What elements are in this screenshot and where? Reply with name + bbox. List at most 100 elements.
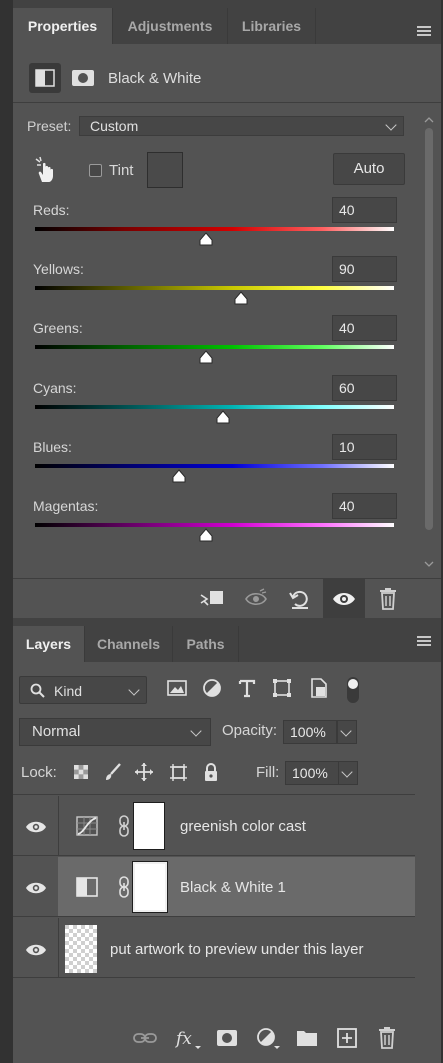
chevron-down-icon	[340, 725, 352, 737]
slider-label: Cyans:	[33, 380, 77, 396]
opacity-input[interactable]: 100%	[283, 720, 337, 744]
opacity-label: Opacity:	[222, 722, 278, 739]
layers-tab-bar: Layers Channels Paths	[13, 618, 441, 662]
slider-value-input[interactable]: 60	[332, 375, 397, 401]
tab-properties[interactable]: Properties	[13, 8, 113, 44]
slider-thumb[interactable]	[198, 350, 214, 364]
slider-thumb[interactable]	[198, 528, 214, 542]
slider-track[interactable]	[35, 286, 394, 290]
layer-row-greenish-color-cast[interactable]: greenish color cast	[13, 796, 415, 856]
slider-track[interactable]	[35, 227, 394, 231]
fill-input[interactable]: 100%	[285, 761, 339, 785]
link-chain-icon[interactable]	[117, 815, 131, 837]
targeted-adjustment-hand-icon[interactable]	[33, 156, 57, 184]
scroll-thumb[interactable]	[425, 128, 433, 530]
transparent-layer-thumbnail[interactable]	[65, 925, 97, 973]
tab-adjustments[interactable]: Adjustments	[113, 8, 228, 44]
fill-dropdown[interactable]	[338, 761, 358, 785]
slider-value-input[interactable]: 40	[332, 315, 397, 341]
blend-mode-select[interactable]: Normal	[19, 718, 211, 746]
fill-label: Fill:	[256, 764, 280, 781]
slider-value-input[interactable]: 40	[332, 197, 397, 223]
slider-thumb[interactable]	[171, 469, 187, 483]
clip-to-layer-icon[interactable]	[199, 587, 225, 611]
filter-type-icon[interactable]	[235, 676, 259, 700]
panel-frame: Properties Adjustments Libraries Black &…	[13, 0, 441, 1063]
eye-icon[interactable]	[25, 943, 47, 957]
tint-color-swatch[interactable]	[147, 152, 183, 188]
slider-track[interactable]	[35, 464, 394, 468]
auto-button[interactable]: Auto	[333, 153, 405, 185]
search-icon	[30, 683, 45, 698]
filter-toggle-icon[interactable]	[341, 676, 365, 703]
toggle-visibility-icon[interactable]	[323, 579, 365, 619]
slider-value-input[interactable]: 10	[332, 434, 397, 460]
tab-paths[interactable]: Paths	[173, 626, 239, 662]
reset-icon[interactable]	[287, 587, 313, 611]
visibility-column-divider	[58, 918, 59, 977]
eye-icon[interactable]	[25, 820, 47, 834]
layer-mask-thumbnail[interactable]	[132, 861, 168, 913]
layer-name: put artwork to preview under this layer	[110, 941, 364, 958]
tint-label: Tint	[109, 162, 134, 179]
adjustment-layer-icon[interactable]	[29, 63, 61, 93]
tab-channels[interactable]: Channels	[85, 626, 173, 662]
slider-track[interactable]	[35, 523, 394, 527]
delete-adjustment-icon[interactable]	[375, 587, 401, 611]
layer-mask-icon[interactable]	[67, 63, 99, 93]
view-previous-state-icon[interactable]	[243, 587, 269, 611]
filter-shape-icon[interactable]	[270, 676, 294, 700]
blend-mode-value: Normal	[32, 723, 81, 740]
slider-value-input[interactable]: 40	[332, 493, 397, 519]
lock-transparent-pixels-icon[interactable]	[71, 762, 91, 782]
new-adjustment-layer-icon[interactable]	[255, 1026, 280, 1050]
lock-position-icon[interactable]	[134, 762, 154, 782]
slider-track[interactable]	[35, 345, 394, 349]
filter-adjustment-icon[interactable]	[200, 676, 224, 700]
properties-scrollbar[interactable]	[423, 117, 435, 578]
slider-label: Yellows:	[33, 261, 84, 277]
lock-all-icon[interactable]	[201, 762, 221, 782]
scroll-down-icon	[424, 561, 434, 567]
eye-icon[interactable]	[25, 881, 47, 895]
slider-thumb[interactable]	[198, 232, 214, 246]
lock-artboard-icon[interactable]	[168, 762, 188, 782]
layers-menu-icon[interactable]	[417, 636, 431, 646]
panel-menu-icon[interactable]	[417, 26, 431, 36]
tint-checkbox[interactable]	[89, 164, 102, 177]
chevron-down-icon	[385, 119, 397, 131]
properties-tab-bar: Properties Adjustments Libraries	[13, 0, 441, 44]
slider-track[interactable]	[35, 405, 394, 409]
filter-pixel-icon[interactable]	[165, 676, 189, 700]
layer-mask-thumbnail[interactable]	[133, 802, 165, 850]
link-chain-icon[interactable]	[117, 876, 131, 898]
lock-label: Lock:	[21, 764, 57, 781]
black-white-adjustment-icon	[76, 877, 98, 897]
filter-kind-value: Kind	[54, 683, 83, 699]
layer-name: greenish color cast	[180, 818, 306, 835]
chevron-down-icon	[128, 684, 140, 696]
preset-select[interactable]: Custom	[79, 116, 404, 136]
layer-style-fx-icon[interactable]: fx	[174, 1026, 201, 1050]
tab-libraries[interactable]: Libraries	[228, 8, 316, 44]
link-layers-icon[interactable]	[133, 1026, 157, 1050]
add-mask-icon[interactable]	[215, 1026, 239, 1050]
opacity-dropdown[interactable]	[337, 720, 357, 744]
slider-label: Greens:	[33, 320, 83, 336]
tab-layers[interactable]: Layers	[13, 626, 85, 662]
layer-row-artwork[interactable]: put artwork to preview under this layer	[13, 918, 415, 978]
layer-row-black-white-1[interactable]: Black & White 1	[13, 857, 415, 917]
new-layer-icon[interactable]	[335, 1026, 359, 1050]
visibility-column-divider	[58, 796, 59, 855]
lock-image-pixels-icon[interactable]	[103, 762, 123, 782]
preset-value: Custom	[90, 118, 139, 134]
slider-thumb[interactable]	[215, 410, 231, 424]
filter-kind-select[interactable]: Kind	[19, 676, 147, 704]
delete-layer-icon[interactable]	[375, 1026, 399, 1050]
properties-toolbar	[13, 578, 441, 619]
new-group-folder-icon[interactable]	[295, 1026, 319, 1050]
preset-label: Preset:	[27, 118, 72, 134]
slider-thumb[interactable]	[233, 291, 249, 305]
filter-smart-object-icon[interactable]	[307, 676, 331, 700]
slider-value-input[interactable]: 90	[332, 256, 397, 282]
